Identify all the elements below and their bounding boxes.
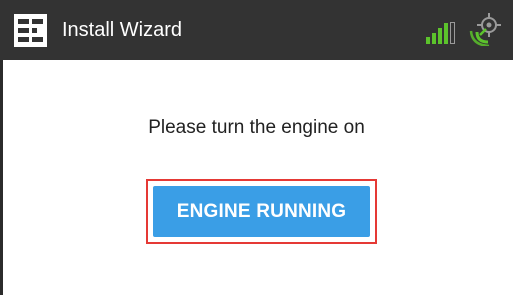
instruction-text: Please turn the engine on bbox=[148, 117, 365, 138]
app-logo-icon bbox=[14, 14, 47, 47]
gps-location-icon bbox=[469, 13, 501, 46]
install-wizard-window: Install Wizard Please turn the engine on… bbox=[0, 0, 513, 295]
window-title: Install Wizard bbox=[62, 19, 183, 41]
engine-running-button[interactable]: ENGINE RUNNING bbox=[153, 186, 370, 237]
button-highlight-outline: ENGINE RUNNING bbox=[146, 179, 377, 244]
title-bar: Install Wizard bbox=[0, 0, 513, 60]
left-edge-border bbox=[0, 60, 3, 295]
signal-strength-icon bbox=[426, 22, 455, 44]
